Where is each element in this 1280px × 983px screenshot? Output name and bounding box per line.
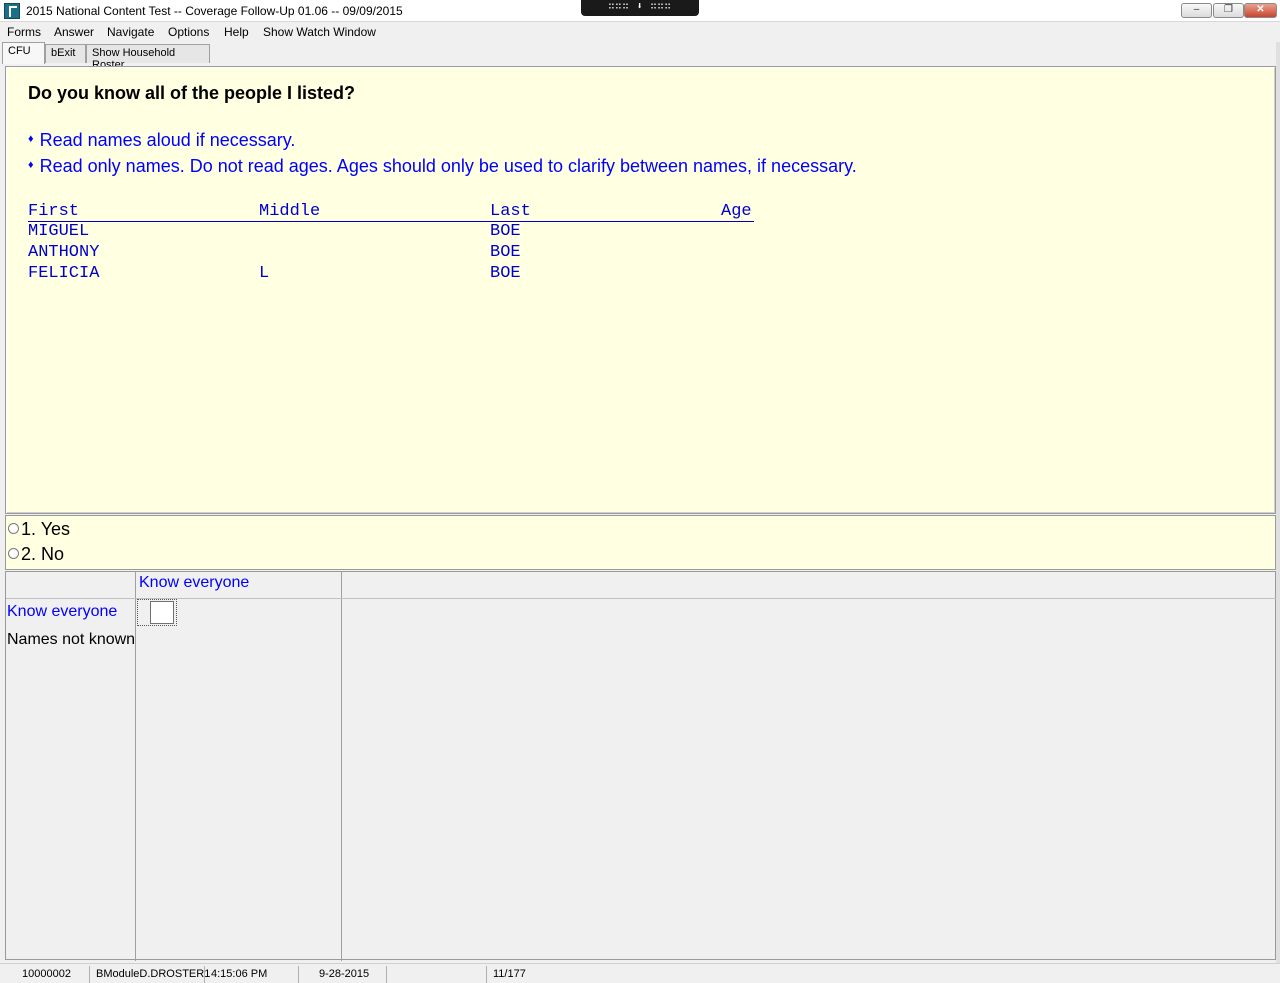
roster-header-last: Last — [490, 202, 531, 221]
roster-row: MIGUEL BOE — [28, 222, 754, 243]
grid-column-header: Know everyone — [139, 574, 250, 591]
bullet-icon: ♦ — [28, 133, 34, 145]
roster-middle: L — [259, 264, 270, 283]
menu-answer[interactable]: Answer — [54, 25, 94, 39]
restore-button[interactable]: ❐ — [1213, 3, 1244, 18]
know-everyone-input[interactable] — [150, 601, 174, 624]
status-date: 9-28-2015 — [301, 966, 387, 983]
menu-bar: Forms Answer Navigate Options Help Show … — [0, 22, 1280, 42]
window-right-edge — [1276, 42, 1280, 963]
answer-option-label: 2. No — [21, 544, 65, 564]
grid-divider — [135, 572, 136, 961]
field-grid: Know everyone Know everyone Names not kn… — [5, 571, 1277, 961]
radio-icon[interactable] — [8, 548, 19, 559]
roster-last: BOE — [490, 243, 521, 262]
roster-last: BOE — [490, 264, 521, 283]
tab-bexit[interactable]: bExit — [45, 44, 86, 63]
roster-header-first: First — [28, 202, 80, 221]
window-title: 2015 National Content Test -- Coverage F… — [26, 4, 403, 18]
title-bar: 2015 National Content Test -- Coverage F… — [0, 0, 1280, 22]
menu-forms[interactable]: Forms — [7, 25, 41, 39]
close-button[interactable]: ✕ — [1244, 3, 1277, 18]
answer-option-label: 1. Yes — [21, 519, 71, 539]
roster-row: FELICIA L BOE — [28, 264, 754, 285]
bullet-icon: ♦ — [28, 159, 34, 171]
roster-header-middle: Middle — [259, 202, 321, 221]
household-roster: First Middle Last Age MIGUEL BOE ANTHONY… — [28, 202, 754, 285]
know-everyone-cell[interactable] — [137, 599, 177, 626]
app-icon — [4, 3, 20, 19]
instruction-text: Read names aloud if necessary. — [39, 130, 296, 150]
menu-help[interactable]: Help — [224, 25, 249, 39]
roster-header-age: Age — [721, 202, 752, 221]
status-blank — [389, 966, 487, 983]
roster-last: BOE — [490, 222, 521, 241]
answer-option-no[interactable]: 2. No — [8, 544, 64, 565]
grid-row-know-everyone[interactable]: Know everyone — [7, 603, 117, 621]
status-field-name: BModuleD.DROSTER1 — [92, 966, 210, 983]
status-case-id: 10000002 — [18, 966, 90, 983]
tab-cfu[interactable]: CFU — [2, 42, 45, 64]
roster-row: ANTHONY BOE — [28, 243, 754, 264]
minimize-button[interactable]: – — [1181, 3, 1212, 18]
roster-first: FELICIA — [28, 264, 100, 283]
menu-options[interactable]: Options — [168, 25, 209, 39]
instruction-1: ♦ Read names aloud if necessary. — [28, 130, 295, 151]
grid-header-divider — [6, 598, 1277, 599]
roster-first: MIGUEL — [28, 222, 90, 241]
answer-pane: 1. Yes 2. No — [5, 515, 1276, 570]
instruction-text: Read only names. Do not read ages. Ages … — [39, 156, 857, 176]
instruction-2: ♦ Read only names. Do not read ages. Ages… — [28, 156, 857, 177]
roster-first: ANTHONY — [28, 243, 100, 262]
status-page: 11/177 — [493, 968, 526, 980]
menu-navigate[interactable]: Navigate — [107, 25, 154, 39]
roster-header: First Middle Last Age — [28, 202, 754, 222]
tab-bar: CFU bExit Show Household Roster — [0, 42, 1280, 71]
tab-show-household-roster[interactable]: Show Household Roster — [86, 44, 210, 71]
status-time: 4:15:06 PM — [207, 966, 299, 983]
radio-icon[interactable] — [8, 523, 19, 534]
status-bar: 10000002 BModuleD.DROSTER1 4:15:06 PM 9-… — [0, 963, 1280, 983]
grid-row-names-not-known[interactable]: Names not known — [7, 631, 135, 649]
grid-divider — [341, 572, 342, 961]
menu-show-watch-window[interactable]: Show Watch Window — [263, 25, 376, 39]
question-pane: Do you know all of the people I listed? … — [5, 66, 1276, 514]
remote-session-bar[interactable]: ∷∷∷ ⬇ ∷∷∷ — [581, 0, 699, 16]
answer-option-yes[interactable]: 1. Yes — [8, 519, 70, 540]
question-text: Do you know all of the people I listed? — [28, 83, 356, 103]
